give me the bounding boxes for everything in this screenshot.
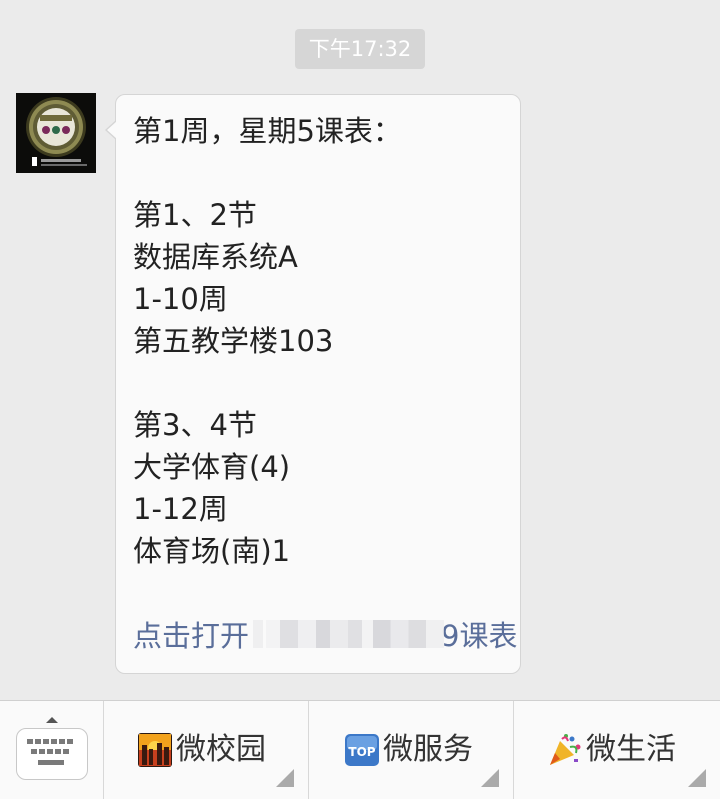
- keyboard-spacebar: [38, 760, 64, 765]
- link-suffix[interactable]: 9课表: [441, 619, 517, 653]
- bottom-menu-bar: 微校园 TOP 微服务 微生活: [0, 700, 720, 799]
- menu-label-weixiaoyuan: 微校园: [176, 732, 266, 767]
- period-3-4: 第3、4节: [133, 408, 257, 442]
- period-1-2: 第1、2节: [133, 198, 257, 232]
- menu-weishenghuo[interactable]: 微生活: [514, 701, 720, 799]
- course-name-2: 大学体育(4): [133, 450, 291, 484]
- menu-weixiaoyuan[interactable]: 微校园: [104, 701, 309, 799]
- sender-avatar[interactable]: [16, 93, 96, 173]
- schedule-title: 第1周，星期5课表：: [133, 114, 402, 148]
- submenu-corner-icon: [481, 769, 499, 787]
- course-name-1: 数据库系统A: [133, 240, 298, 274]
- menu-weifuwu[interactable]: TOP 微服务: [309, 701, 514, 799]
- avatar-logo-icon: [16, 93, 96, 173]
- chevron-up-icon: [46, 717, 58, 723]
- redacted-blur: [253, 620, 263, 648]
- menu-label-weishenghuo: 微生活: [586, 732, 676, 767]
- link-prefix[interactable]: 点击打开: [133, 619, 249, 653]
- course-location-1: 第五教学楼103: [133, 324, 334, 358]
- top-icon: TOP: [345, 734, 379, 766]
- message-bubble[interactable]: [115, 94, 521, 674]
- submenu-corner-icon: [688, 769, 706, 787]
- party-popper-icon: [550, 734, 581, 765]
- course-weeks-1: 1-10周: [133, 282, 228, 316]
- submenu-corner-icon: [276, 769, 294, 787]
- course-weeks-2: 1-12周: [133, 492, 228, 526]
- message-timestamp: 下午17:32: [295, 29, 425, 69]
- redacted-mosaic: [266, 620, 444, 648]
- chat-area: 下午17:32 第1周，星期5课表： 第1、2节 数据库系统A 1-10周 第五…: [0, 0, 720, 700]
- course-location-2: 体育场(南)1: [133, 534, 291, 568]
- keyboard-toggle-button[interactable]: [0, 701, 104, 799]
- menu-label-weifuwu: 微服务: [383, 732, 473, 767]
- bubble-tail-inner: [107, 121, 117, 139]
- campus-icon: [138, 733, 172, 767]
- svg-text:TOP: TOP: [348, 745, 375, 759]
